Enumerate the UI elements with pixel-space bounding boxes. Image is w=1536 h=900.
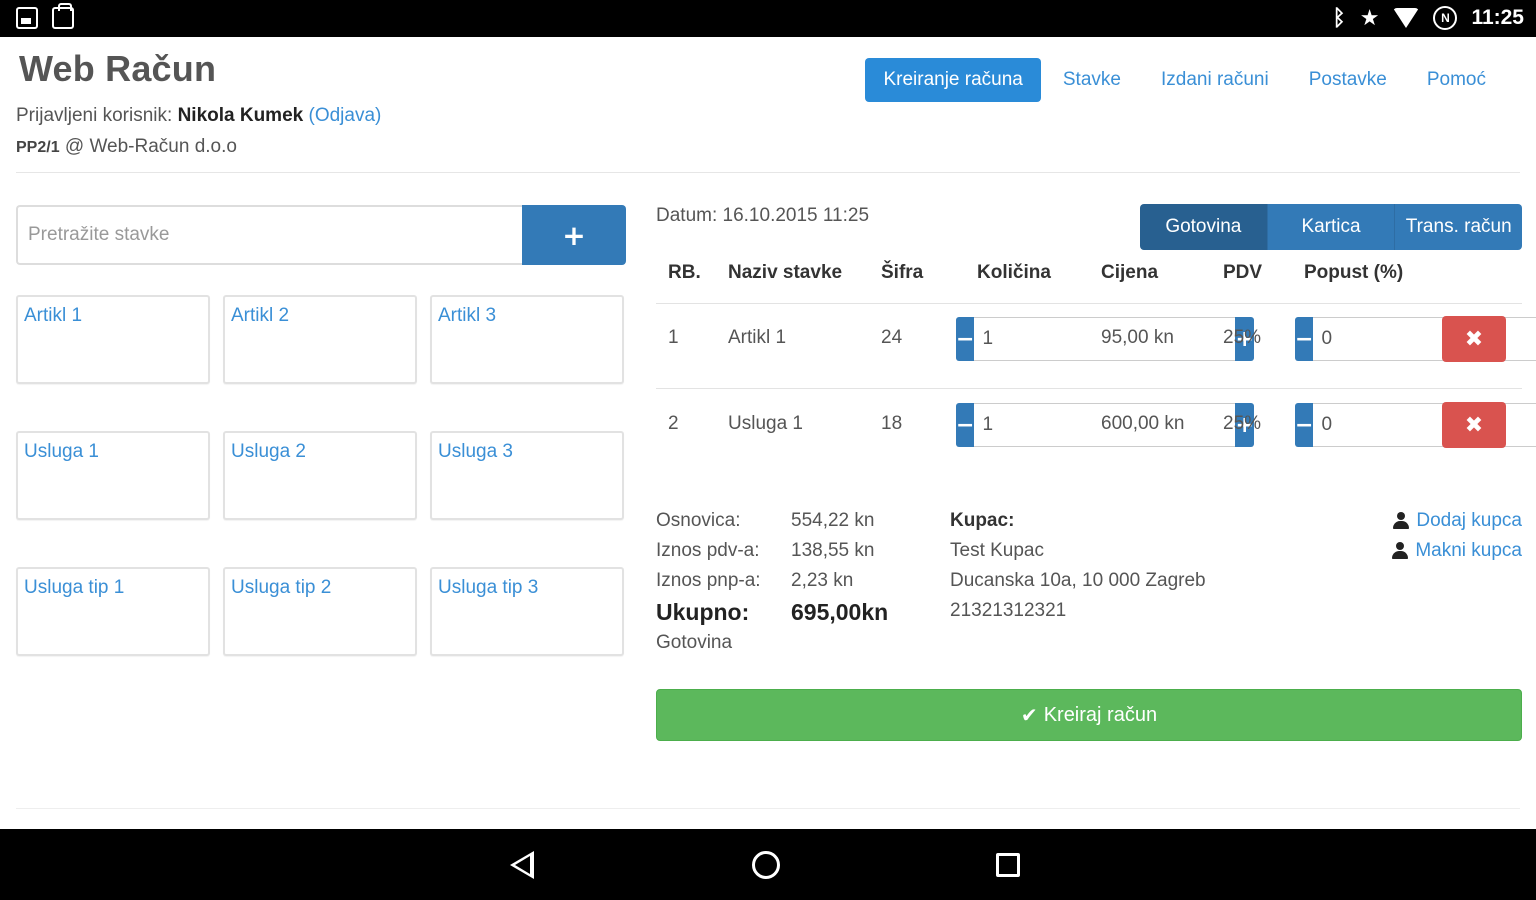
row-1-vat: 25% [1223, 327, 1262, 348]
location-line: PP2/1 @ Web-Račun d.o.o [16, 136, 237, 158]
notification-icons [16, 3, 74, 29]
table-header-divider [656, 303, 1522, 304]
row-1-price: 95,00 kn [1101, 327, 1174, 348]
row-2-discount-minus-button[interactable]: − [1295, 403, 1314, 447]
row-divider [656, 388, 1522, 389]
nav-help[interactable]: Pomoć [1409, 58, 1504, 102]
customer-heading: Kupac: [950, 510, 1015, 531]
user-name: Nikola Kumek [177, 105, 304, 126]
row-1-name: Artikl 1 [728, 327, 787, 348]
row-1-delete-button[interactable]: ✖ [1442, 316, 1506, 362]
row-2-quantity-minus-button[interactable]: − [956, 403, 975, 447]
row-2-rb: 2 [668, 413, 679, 434]
system-nav-bar [0, 829, 1536, 900]
remove-customer-label: Makni kupca [1415, 540, 1522, 561]
row-2-quantity-stepper: − + [956, 403, 1254, 447]
total-value: 695,00kn [791, 599, 889, 625]
total-label: Ukupno: [656, 599, 750, 625]
header-divider [16, 172, 1520, 173]
star-icon: ★ [1359, 5, 1380, 30]
payment-method-group: Gotovina Kartica Trans. račun [1140, 204, 1522, 250]
item-tile-usluga-tip-1[interactable]: Usluga tip 1 [16, 567, 210, 656]
main-nav: Kreiranje računa Stavke Izdani računi Po… [865, 58, 1504, 102]
system-icons: ᛒ ★ N 11:25 [1332, 5, 1524, 31]
row-2-delete-button[interactable]: ✖ [1442, 402, 1506, 448]
col-header-quantity: Količina [977, 262, 1051, 283]
item-tile-usluga-1[interactable]: Usluga 1 [16, 431, 210, 520]
add-customer-label: Dodaj kupca [1416, 510, 1522, 531]
nav-settings[interactable]: Postavke [1291, 58, 1405, 102]
item-tiles: Artikl 1 Artikl 2 Artikl 3 Usluga 1 Uslu… [16, 295, 624, 656]
item-tile-usluga-tip-3[interactable]: Usluga tip 3 [430, 567, 624, 656]
row-1-quantity-minus-button[interactable]: − [956, 317, 975, 361]
store-notification-icon [52, 3, 74, 29]
home-icon[interactable] [752, 851, 780, 879]
item-tile-usluga-2[interactable]: Usluga 2 [223, 431, 417, 520]
payment-transfer-button[interactable]: Trans. račun [1395, 204, 1522, 250]
remove-customer-link[interactable]: Makni kupca [1391, 540, 1522, 562]
item-search: + [16, 205, 626, 265]
row-1-discount-stepper: − + [1295, 317, 1536, 361]
col-header-vat: PDV [1223, 262, 1263, 283]
footer-divider [16, 808, 1520, 809]
invoice-date: Datum: 16.10.2015 11:25 [656, 205, 870, 226]
check-icon: ✔ [1020, 703, 1038, 727]
row-1-discount-minus-button[interactable]: − [1295, 317, 1314, 361]
nav-issued-invoices[interactable]: Izdani računi [1143, 58, 1287, 102]
row-2-price: 600,00 kn [1101, 413, 1185, 434]
customer-oib: 21321312321 [950, 600, 1067, 621]
app-title: Web Račun [19, 48, 217, 89]
logged-in-user: Prijavljeni korisnik: Nikola Kumek (Odja… [16, 105, 381, 127]
row-1-rb: 1 [668, 327, 679, 348]
pnp-amount-value: 2,23 kn [791, 570, 854, 591]
row-2-name: Usluga 1 [728, 413, 803, 434]
row-2-discount-stepper: − + [1295, 403, 1536, 447]
nav-items[interactable]: Stavke [1045, 58, 1139, 102]
col-header-code: Šifra [881, 262, 924, 283]
col-header-name: Naziv stavke [728, 262, 843, 283]
create-invoice-button[interactable]: ✔ Kreiraj račun [656, 689, 1522, 741]
row-2-vat: 25% [1223, 413, 1262, 434]
add-item-button[interactable]: + [522, 205, 626, 265]
row-1-quantity-stepper: − + [956, 317, 1254, 361]
item-tile-usluga-tip-2[interactable]: Usluga tip 2 [223, 567, 417, 656]
col-header-rb: RB. [668, 262, 701, 283]
item-tile-usluga-3[interactable]: Usluga 3 [430, 431, 624, 520]
back-icon[interactable] [510, 851, 534, 879]
add-customer-link[interactable]: Dodaj kupca [1392, 510, 1522, 532]
payment-card-button[interactable]: Kartica [1267, 204, 1396, 250]
pnp-amount-label: Iznos pnp-a: [656, 570, 761, 591]
recent-apps-icon[interactable] [996, 853, 1020, 877]
user-icon [1392, 512, 1410, 530]
base-amount-label: Osnovica: [656, 510, 741, 531]
col-header-discount: Popust (%) [1304, 262, 1404, 283]
gallery-notification-icon [16, 7, 38, 29]
base-amount-value: 554,22 kn [791, 510, 875, 531]
bluetooth-icon: ᛒ [1332, 5, 1346, 30]
item-tile-artikl-2[interactable]: Artikl 2 [223, 295, 417, 384]
location-company: @ Web-Račun d.o.o [64, 136, 237, 157]
vat-amount-value: 138,55 kn [791, 540, 875, 561]
customer-name: Test Kupac [950, 540, 1044, 561]
item-tile-artikl-1[interactable]: Artikl 1 [16, 295, 210, 384]
wifi-icon [1393, 8, 1420, 28]
customer-address: Ducanska 10a, 10 000 Zagreb [950, 570, 1206, 591]
status-time: 11:25 [1471, 6, 1524, 29]
location-code: PP2/1 [16, 139, 60, 156]
item-tile-artikl-3[interactable]: Artikl 3 [430, 295, 624, 384]
create-invoice-label: Kreiraj račun [1043, 703, 1158, 726]
status-bar: ᛒ ★ N 11:25 [0, 0, 1536, 37]
col-header-price: Cijena [1101, 262, 1159, 283]
vat-amount-label: Iznos pdv-a: [656, 540, 760, 561]
nfc-icon: N [1433, 6, 1458, 30]
search-input[interactable] [16, 205, 522, 265]
nav-create-invoice[interactable]: Kreiranje računa [865, 58, 1041, 102]
user-prefix: Prijavljeni korisnik: [16, 105, 173, 126]
row-2-code: 18 [881, 413, 903, 434]
row-1-code: 24 [881, 327, 903, 348]
user-icon [1391, 542, 1409, 560]
payment-method-text: Gotovina [656, 632, 733, 653]
logout-link[interactable]: (Odjava) [309, 105, 382, 126]
payment-cash-button[interactable]: Gotovina [1140, 204, 1268, 250]
